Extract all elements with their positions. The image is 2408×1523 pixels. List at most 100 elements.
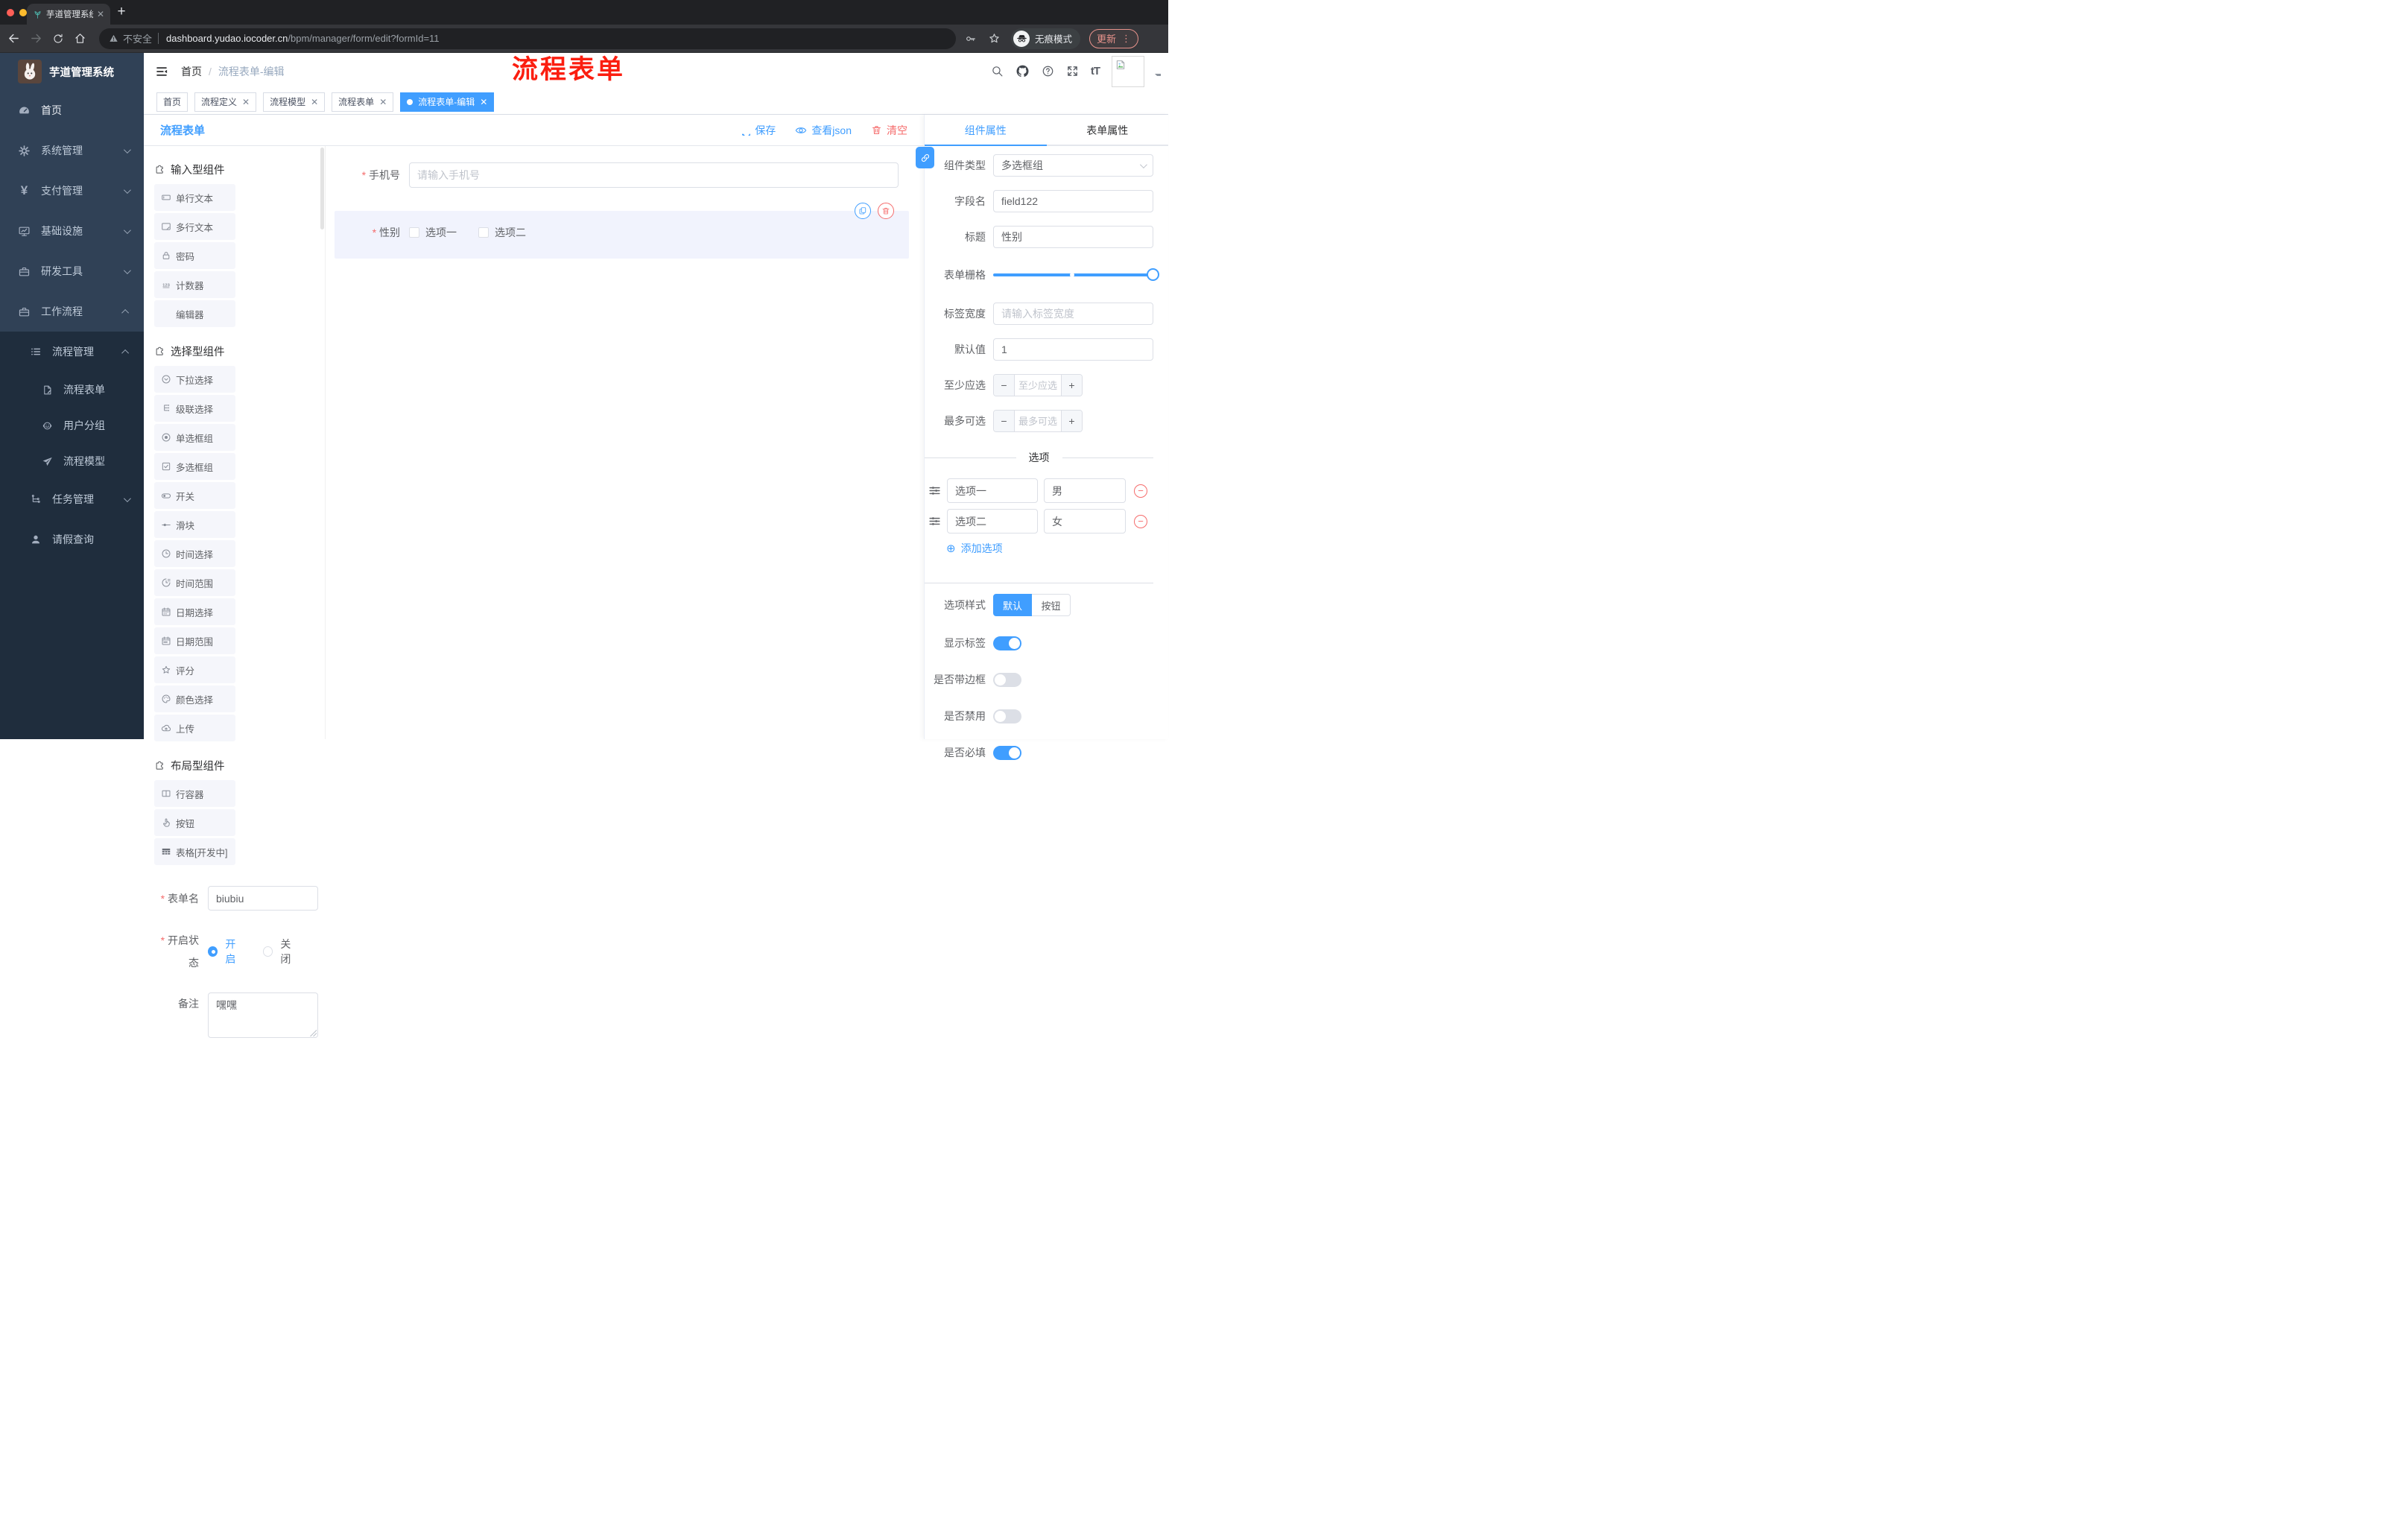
component-rate[interactable]: 评分 [154, 656, 235, 683]
github-icon[interactable] [1016, 64, 1030, 78]
option-2-label-input[interactable] [947, 509, 1038, 533]
sidebar-item-system[interactable]: 系统管理 [0, 130, 144, 171]
component-dropdown[interactable]: 下拉选择 [154, 366, 235, 393]
gender-option-2[interactable]: 选项二 [478, 225, 526, 240]
browser-tab[interactable]: 芋道管理系统 ✕ [27, 4, 110, 25]
home-icon[interactable] [74, 32, 86, 45]
form-grid-slider[interactable] [993, 268, 1159, 281]
sidebar-item-home[interactable]: 首页 [0, 90, 144, 130]
delete-component-button[interactable] [878, 203, 894, 219]
tag-close-icon[interactable]: ✕ [311, 97, 318, 107]
option-1-label-input[interactable] [947, 478, 1038, 503]
tag-close-icon[interactable]: ✕ [480, 97, 487, 107]
avatar[interactable] [1112, 55, 1144, 87]
component-switch[interactable]: 开关 [154, 482, 235, 509]
add-option-button[interactable]: ⊕ 添加选项 [946, 541, 1153, 556]
sidebar-item-payment[interactable]: ¥ 支付管理 [0, 171, 144, 211]
option-1-value-input[interactable] [1044, 478, 1126, 503]
scrollbar-thumb[interactable] [320, 148, 324, 229]
min-select-input[interactable] [1015, 375, 1061, 396]
tab-component-props[interactable]: 组件属性 [925, 115, 1047, 146]
drag-handle-icon[interactable] [928, 515, 941, 528]
style-default-button[interactable]: 默认 [993, 594, 1032, 616]
component-button[interactable]: 按钮 [154, 809, 235, 836]
component-upload[interactable]: 上传 [154, 715, 235, 741]
component-multi-line-text[interactable]: 多行文本 [154, 213, 235, 240]
tag-process-form[interactable]: 流程表单 ✕ [332, 92, 394, 112]
resize-handle[interactable] [309, 1029, 317, 1036]
component-password[interactable]: 密码 [154, 242, 235, 269]
search-icon[interactable] [991, 65, 1004, 77]
label-width-input[interactable] [993, 303, 1153, 325]
canvas-field-gender-selected[interactable]: 性别 选项一 选项二 [335, 203, 909, 259]
form-canvas[interactable]: 手机号 性别 选项一 [326, 146, 924, 739]
default-value-input[interactable] [993, 338, 1153, 361]
new-tab-button[interactable]: + [112, 2, 131, 22]
component-radio-group[interactable]: 单选框组 [154, 424, 235, 451]
status-radio-off[interactable]: 关闭 [263, 937, 300, 966]
tag-close-icon[interactable]: ✕ [242, 97, 250, 107]
sidebar-item-process-form[interactable]: 流程表单 [0, 372, 144, 408]
slider-handle[interactable] [1147, 268, 1159, 281]
tag-home[interactable]: 首页 [156, 92, 188, 112]
remove-option-button[interactable]: − [1134, 484, 1147, 498]
title-input[interactable] [993, 226, 1153, 248]
option-2-value-input[interactable] [1044, 509, 1126, 533]
component-color-picker[interactable]: 颜色选择 [154, 685, 235, 712]
disabled-toggle[interactable] [993, 709, 1021, 723]
browser-menu-icon[interactable]: ⋮ [1121, 33, 1131, 45]
fullscreen-icon[interactable] [1066, 65, 1079, 77]
window-minimize-button[interactable] [19, 8, 27, 16]
update-button[interactable]: 更新 ⋮ [1089, 28, 1139, 48]
phone-input[interactable] [409, 162, 899, 188]
tag-close-icon[interactable]: ✕ [379, 97, 387, 107]
component-date-picker[interactable]: 日期选择 [154, 598, 235, 625]
view-json-button[interactable]: 查看json [795, 123, 852, 138]
tag-process-definition[interactable]: 流程定义 ✕ [194, 92, 257, 112]
key-icon[interactable] [965, 33, 977, 45]
drag-handle-icon[interactable] [928, 484, 941, 497]
bookmark-star-icon[interactable] [988, 32, 1001, 45]
sidebar-item-user-group[interactable]: 用户分组 [0, 408, 144, 443]
field-name-input[interactable] [993, 190, 1153, 212]
component-counter[interactable]: 计数器 [154, 271, 235, 298]
increase-button[interactable]: + [1061, 375, 1082, 396]
sidebar-item-leave-query[interactable]: 请假查询 [0, 519, 144, 560]
sidebar-item-infra[interactable]: 基础设施 [0, 211, 144, 251]
component-time-range[interactable]: 时间范围 [154, 569, 235, 596]
sidebar-item-devtools[interactable]: 研发工具 [0, 251, 144, 291]
duplicate-component-button[interactable] [855, 203, 871, 219]
remove-option-button[interactable]: − [1134, 514, 1147, 528]
save-button[interactable]: 保存 [740, 123, 776, 138]
link-handle-button[interactable] [916, 147, 934, 168]
component-cascader[interactable]: 级联选择 [154, 395, 235, 422]
back-icon[interactable] [7, 32, 20, 45]
sidebar-item-process-model[interactable]: 流程模型 [0, 443, 144, 479]
help-icon[interactable] [1042, 65, 1054, 77]
with-border-toggle[interactable] [993, 672, 1021, 687]
component-editor[interactable]: 编辑器 [154, 300, 235, 327]
tag-process-model[interactable]: 流程模型 ✕ [263, 92, 326, 112]
sidebar-item-task-mgmt[interactable]: 任务管理 [0, 479, 144, 519]
form-name-input[interactable] [208, 886, 318, 911]
sidebar-logo[interactable]: 芋道管理系统 [0, 53, 144, 90]
component-single-line-text[interactable]: 单行文本 [154, 184, 235, 211]
decrease-button[interactable]: − [994, 411, 1015, 431]
component-row-container[interactable]: 行容器 [154, 780, 235, 807]
forward-icon[interactable] [30, 32, 42, 45]
increase-button[interactable]: + [1061, 411, 1082, 431]
component-type-select[interactable]: 多选框组 [993, 154, 1153, 177]
canvas-field-phone[interactable]: 手机号 [326, 162, 899, 188]
tab-form-props[interactable]: 表单属性 [1047, 115, 1169, 145]
max-select-input[interactable] [1015, 411, 1061, 431]
url-bar[interactable]: 不安全 dashboard.yudao.iocoder.cn/bpm/manag… [99, 28, 956, 49]
component-slider[interactable]: 滑块 [154, 511, 235, 538]
show-label-toggle[interactable] [993, 636, 1021, 650]
tag-process-form-edit[interactable]: 流程表单-编辑 ✕ [400, 92, 495, 112]
caret-down-icon[interactable] [1152, 67, 1161, 76]
component-table-dev[interactable]: 表格[开发中] [154, 838, 235, 865]
style-button-button[interactable]: 按钮 [1032, 594, 1071, 616]
sidebar-item-process-mgmt[interactable]: 流程管理 [0, 332, 144, 372]
gender-option-1[interactable]: 选项一 [409, 225, 457, 240]
component-checkbox-group[interactable]: 多选框组 [154, 453, 235, 480]
